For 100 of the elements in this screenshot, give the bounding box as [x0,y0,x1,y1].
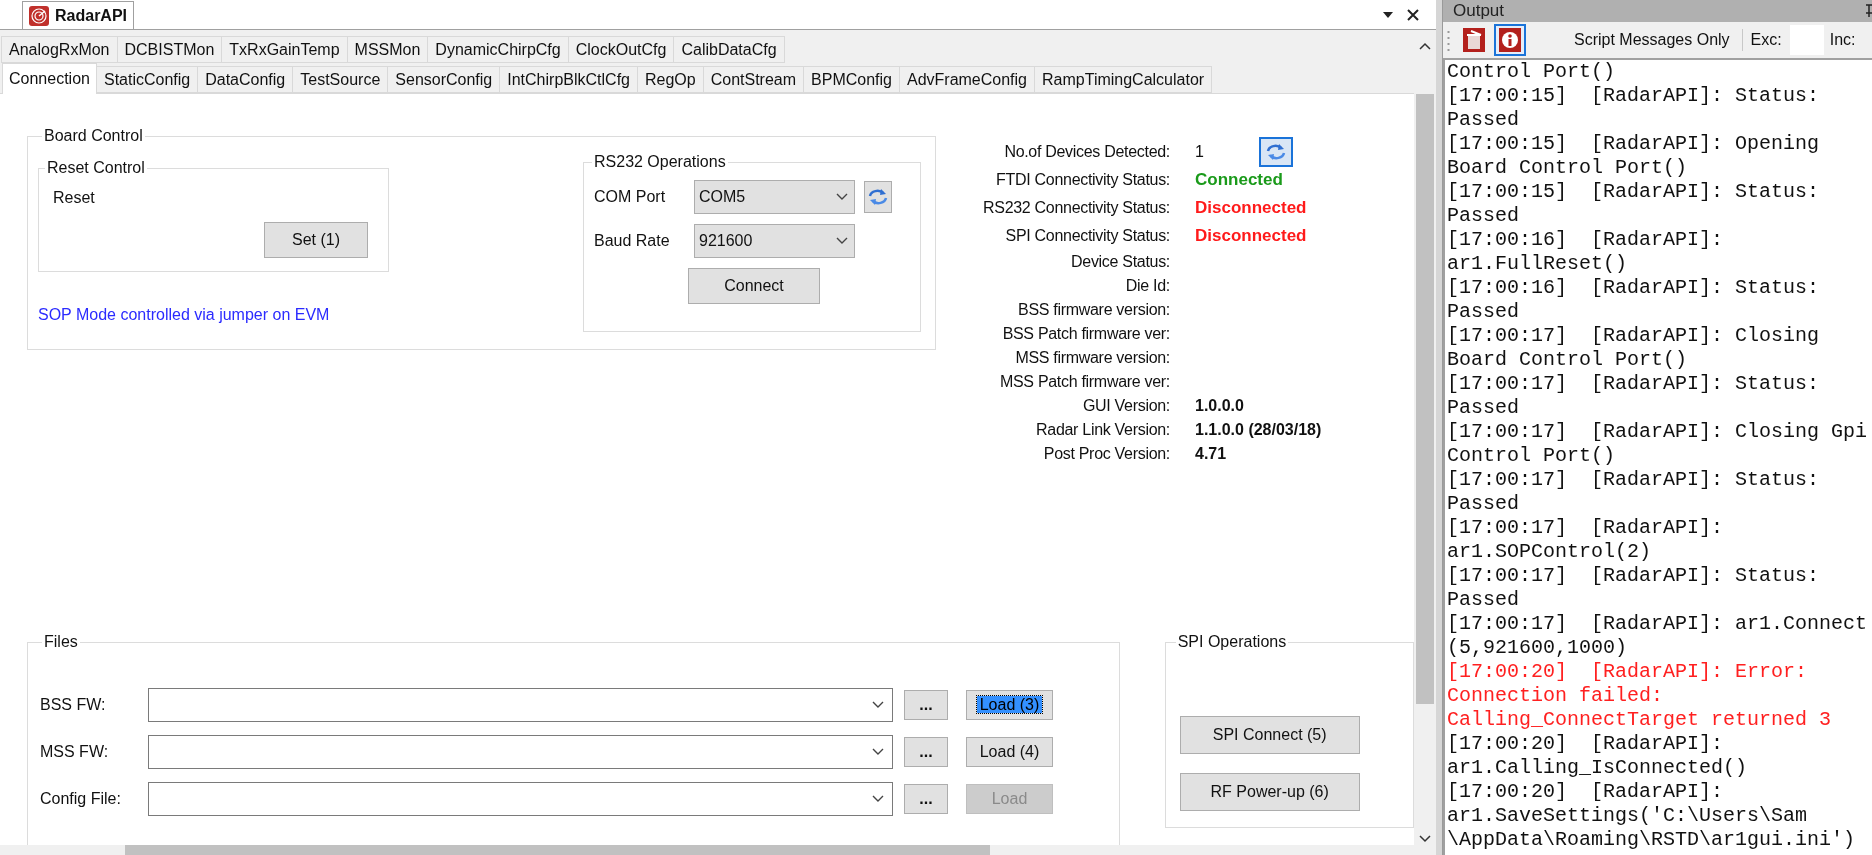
dropdown[interactable]: COM5 [694,180,855,214]
status-value: 4.71 [1195,444,1227,464]
status-value: 1 [1195,142,1204,162]
include-label: Inc: [1829,30,1856,50]
log-line: Calling_ConnectTarget returned 3 [1447,708,1833,732]
scrollbar-thumb[interactable] [125,845,990,855]
scrollbar-thumb[interactable] [1416,94,1434,704]
tab[interactable]: TestSource [292,66,389,93]
status-label: RS232 Connectivity Status: [982,198,1170,218]
load-button[interactable]: Load (4) [966,737,1053,767]
panel-title: Output [1453,0,1505,22]
connect-button[interactable]: Connect [688,268,820,304]
log-line: [17:00:17] [RadarAPI]: Status: [1447,468,1821,492]
refresh-icon [1264,142,1287,162]
caret-icon[interactable] [1382,10,1394,19]
tab[interactable]: ContStream [702,66,805,93]
chevron-down-icon [836,237,848,245]
spi-button[interactable]: RF Power-up (6) [1179,773,1360,811]
file-dropdown[interactable] [148,782,893,816]
tab[interactable]: BPMConfig [803,66,900,93]
horizontal-scrollbar[interactable] [0,845,1436,855]
log-line: [17:00:17] [RadarAPI]: Closing [1447,324,1821,348]
radar-icon [29,5,49,26]
log-line: [17:00:17] [RadarAPI]: [1447,516,1725,540]
chevron-down-icon [872,795,884,803]
log-line: [17:00:15] [RadarAPI]: Status: [1447,180,1821,204]
scroll-down-icon[interactable] [1419,835,1431,843]
scroll-up-icon[interactable] [1419,42,1431,50]
chevron-down-icon [872,748,884,756]
browse-button[interactable]: ... [904,737,948,767]
status-label: Post Proc Version: [1042,444,1170,464]
group-title: RS232 Operations [593,152,727,172]
document-tab[interactable]: RadarAPI [22,1,135,29]
log-line: [17:00:17] [RadarAPI]: Status: [1447,564,1821,588]
info-text: SOP Mode controlled via jumper on EVM [38,305,331,325]
refresh-button[interactable] [864,181,892,213]
browse-button[interactable]: ... [904,690,948,720]
toolbar-grip-icon[interactable] [1447,29,1450,51]
status-label: MSS Patch firmware ver: [998,372,1170,392]
log-line: [17:00:15] [RadarAPI]: Status: [1447,84,1821,108]
tab[interactable]: AdvFrameConfig [898,66,1035,93]
log-line: Passed [1447,204,1520,228]
field-label: COM Port [594,187,667,207]
status-label: Die Id: [1124,276,1170,296]
status-label: MSS firmware version: [1014,348,1170,368]
tab[interactable]: AnalogRxMon [1,36,118,63]
tab[interactable]: TxRxGainTemp [221,36,348,63]
status-label: FTDI Connectivity Status: [995,170,1170,190]
set-button[interactable]: Set (1) [264,222,368,258]
status-value: Connected [1195,169,1283,192]
log-line: \AppData\Roaming\RSTD\ar1gui.ini') [1447,828,1857,852]
status-label: SPI Connectivity Status: [1004,226,1170,246]
pin-icon[interactable] [1866,4,1872,18]
tab[interactable]: MSSMon [346,36,429,63]
log-line: Passed [1447,108,1520,132]
tab[interactable]: StaticConfig [95,66,199,93]
tab[interactable]: DataConfig [197,66,294,93]
refresh-icon [867,187,889,207]
log-line: [17:00:20] [RadarAPI]: Error: [1447,660,1809,684]
file-dropdown[interactable] [148,688,893,722]
tab[interactable]: RampTimingCalculator [1034,66,1213,93]
log-line: [17:00:20] [RadarAPI]: [1447,732,1725,756]
close-icon[interactable] [1406,7,1420,22]
log-line: [17:00:17] [RadarAPI]: ar1.Connect [1447,612,1869,636]
spi-button[interactable]: SPI Connect (5) [1179,716,1360,754]
group-title: SPI Operations [1176,632,1288,652]
log-line: (5,921600,1000) [1447,636,1629,660]
info-icon[interactable] [1494,24,1526,56]
tab[interactable]: DCBISTMon [116,36,223,63]
tab[interactable]: RegOp [636,66,704,93]
tab[interactable]: CalibDataCfg [673,36,785,63]
tab[interactable]: SensorConfig [387,66,501,93]
file-dropdown[interactable] [148,735,893,769]
tab[interactable]: DynamicChirpCfg [427,36,569,63]
refresh-button[interactable] [1258,137,1293,167]
log-line: Connection failed: [1447,684,1665,708]
log-line: ar1.Calling_IsConnected() [1447,756,1749,780]
log-line: Control Port() [1447,60,1617,84]
tab[interactable]: Connection [2,63,97,94]
tab[interactable]: IntChirpBlkCtlCfg [499,66,638,93]
vertical-scrollbar[interactable] [1414,94,1436,845]
exclude-label: Exc: [1750,30,1782,50]
field-label: BSS FW: [40,695,107,715]
log-line: ar1.SaveSettings('C:\Users\Sam [1447,804,1809,828]
field-label: MSS FW: [40,742,110,762]
group-title: Board Control [43,126,144,146]
filter-label[interactable]: Script Messages Only [1574,28,1730,52]
status-label: Device Status: [1070,252,1170,272]
load-button[interactable]: Load (3) [966,690,1053,720]
log-line: Board Control Port() [1447,348,1689,372]
dropdown[interactable]: 921600 [694,224,855,258]
log-line: [17:00:17] [RadarAPI]: Closing Gpi [1447,420,1869,444]
field-label: Reset [53,188,96,208]
status-label: No.of Devices Detected: [1003,142,1170,162]
status-value: Disconnected [1195,225,1307,248]
chevron-down-icon [872,701,884,709]
log-line: Board Control Port() [1447,156,1689,180]
tab[interactable]: ClockOutCfg [567,36,675,63]
log-line: ar1.FullReset() [1447,252,1629,276]
log-line: Control Port() [1447,444,1617,468]
